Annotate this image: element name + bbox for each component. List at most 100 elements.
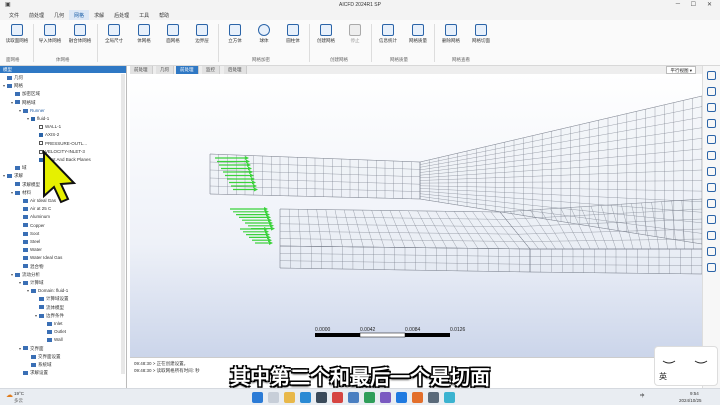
tree-item[interactable]: Inlet	[43, 320, 63, 327]
color-icon[interactable]	[707, 247, 716, 256]
boundary-layer-button[interactable]: 边界层	[187, 24, 217, 44]
display-icon[interactable]	[707, 231, 716, 240]
tree-item[interactable]: Copper	[19, 222, 45, 229]
menu-preprocess[interactable]: 前处理	[24, 10, 49, 20]
tree-item[interactable]: WALL-1	[35, 123, 61, 130]
tree-item[interactable]: ▾ fluid-1	[27, 115, 49, 122]
sphere-refine-button[interactable]: 球体	[249, 24, 279, 44]
refresh-icon[interactable]	[707, 183, 716, 192]
tree-item[interactable]: Air at 25 C	[19, 205, 51, 212]
tree-item[interactable]: ▾ 材料	[11, 189, 31, 196]
tree-item[interactable]: 混合物	[19, 263, 44, 270]
tree-item[interactable]: 流体模型	[35, 304, 64, 311]
visibility-checkbox[interactable]	[31, 116, 35, 121]
tree-item[interactable]: Wall	[43, 336, 63, 343]
tab-preprocess[interactable]: 前处理	[130, 66, 153, 74]
app-icon-1[interactable]	[316, 392, 327, 403]
view-mode-select[interactable]: 平行视图 ▾	[666, 66, 696, 74]
tree-item[interactable]: ▾ 求解	[3, 172, 23, 179]
tree-item[interactable]: Water Ideal Gas	[19, 254, 62, 261]
tree-item[interactable]: Soot	[19, 230, 39, 237]
tree-item[interactable]: AXIS-2	[35, 131, 59, 138]
ime-floating-box[interactable]: 英	[654, 346, 718, 386]
read-surface-mesh-button[interactable]: 读取面网格	[2, 24, 32, 44]
browser-icon[interactable]	[300, 392, 311, 403]
minimize-button[interactable]: ─	[676, 1, 680, 7]
surface-mesh-button[interactable]: 面网格	[158, 24, 188, 44]
close-button[interactable]: ✕	[707, 1, 712, 8]
rotate-icon[interactable]	[707, 103, 716, 112]
tree-item[interactable]: ▾ 边界条件	[35, 312, 64, 319]
cylinder-refine-button[interactable]: 圆柱体	[278, 24, 308, 44]
menu-help[interactable]: 帮助	[154, 10, 174, 20]
tree-item[interactable]: Outlet	[43, 328, 66, 335]
view-y-icon[interactable]	[707, 135, 716, 144]
tree-item[interactable]: 加密区域	[11, 90, 40, 97]
volume-mesh-button[interactable]: 体网格	[129, 24, 159, 44]
tree-item[interactable]: ▾ 流动分析	[11, 271, 40, 278]
tree-item[interactable]: ▾ Runner	[19, 107, 45, 114]
tree-item[interactable]: 交界面设置	[27, 353, 61, 360]
menu-file[interactable]: 文件	[4, 10, 24, 20]
zoom-icon[interactable]	[707, 87, 716, 96]
tree-item[interactable]: ▾ 网格	[3, 82, 23, 89]
tree-item[interactable]: ▾ Domain: fluid-1	[27, 287, 68, 294]
start-icon[interactable]	[252, 392, 263, 403]
app-icon-4[interactable]	[364, 392, 375, 403]
tree-item[interactable]: ▾ 网格域	[11, 99, 36, 106]
mesh-quality-button[interactable]: 网格质量	[403, 24, 433, 44]
tree-item[interactable]: 求解模型	[11, 181, 40, 188]
menu-tools[interactable]: 工具	[134, 10, 154, 20]
app-icon-2[interactable]	[332, 392, 343, 403]
visibility-checkbox[interactable]	[39, 141, 43, 146]
tree-item[interactable]: 域	[11, 164, 27, 171]
tree-item[interactable]: 计算域设置	[35, 295, 69, 302]
global-size-button[interactable]: 全局尺寸	[99, 24, 129, 44]
ime-indicator[interactable]: 中	[640, 393, 645, 399]
view-z-icon[interactable]	[707, 151, 716, 160]
clock-time[interactable]: 9:54	[690, 391, 699, 396]
fit-view-icon[interactable]	[707, 71, 716, 80]
camera-icon[interactable]	[707, 263, 716, 272]
mesh-info-button[interactable]: 信息统计	[373, 24, 403, 44]
isometric-icon[interactable]	[707, 167, 716, 176]
3d-viewport[interactable]: 0.0000 0.0042 0.0084 0.0126	[130, 74, 702, 357]
measure-icon[interactable]	[707, 215, 716, 224]
menu-postprocess[interactable]: 后处理	[109, 10, 134, 20]
visibility-checkbox[interactable]	[39, 125, 43, 129]
view-x-icon[interactable]	[707, 119, 716, 128]
app-icon-8[interactable]	[444, 392, 455, 403]
search-icon[interactable]	[268, 392, 279, 403]
weather-temp[interactable]: 19°C	[14, 391, 24, 396]
tab-postprocess[interactable]: 后处理	[224, 66, 247, 74]
menu-mesh[interactable]: 网格	[69, 10, 90, 20]
menu-geometry[interactable]: 几何	[49, 10, 69, 20]
file-explorer-icon[interactable]	[284, 392, 295, 403]
tree-item[interactable]: Water	[19, 246, 42, 253]
app-icon-7[interactable]	[428, 392, 439, 403]
tab-mesh[interactable]: 前处理	[176, 66, 199, 74]
app-icon-6[interactable]	[412, 392, 423, 403]
tree-item[interactable]: ▾ 交界面	[19, 345, 44, 352]
create-mesh-button[interactable]: 创建网格	[311, 24, 341, 44]
tree-item[interactable]: ▾ 计算域	[19, 279, 44, 286]
visibility-checkbox[interactable]	[39, 133, 43, 138]
tree-scrollbar[interactable]	[121, 74, 125, 374]
pan-icon[interactable]	[707, 199, 716, 208]
mesh-section-button[interactable]: 网格切面	[466, 24, 496, 44]
menu-solve[interactable]: 求解	[89, 10, 109, 20]
cube-refine-button[interactable]: 立方体	[220, 24, 250, 44]
aicfd-taskbar-icon[interactable]	[396, 392, 407, 403]
import-volume-mesh-button[interactable]: 导入体网格	[35, 24, 65, 44]
tab-monitor[interactable]: 监控	[202, 66, 220, 74]
tree-item[interactable]: Steel	[19, 238, 40, 245]
tree-item[interactable]: 几何	[3, 74, 23, 81]
stop-button[interactable]: 停止	[340, 24, 370, 44]
tree-item[interactable]: PRESSURE-OUTL...	[35, 140, 87, 147]
app-icon-3[interactable]	[348, 392, 359, 403]
delete-mesh-button[interactable]: 删除网格	[436, 24, 466, 44]
maximize-button[interactable]: ☐	[691, 1, 696, 8]
tree-item[interactable]: Aluminum	[19, 213, 50, 220]
app-icon-5[interactable]	[380, 392, 391, 403]
merge-volume-mesh-button[interactable]: 融合体网格	[65, 24, 95, 44]
